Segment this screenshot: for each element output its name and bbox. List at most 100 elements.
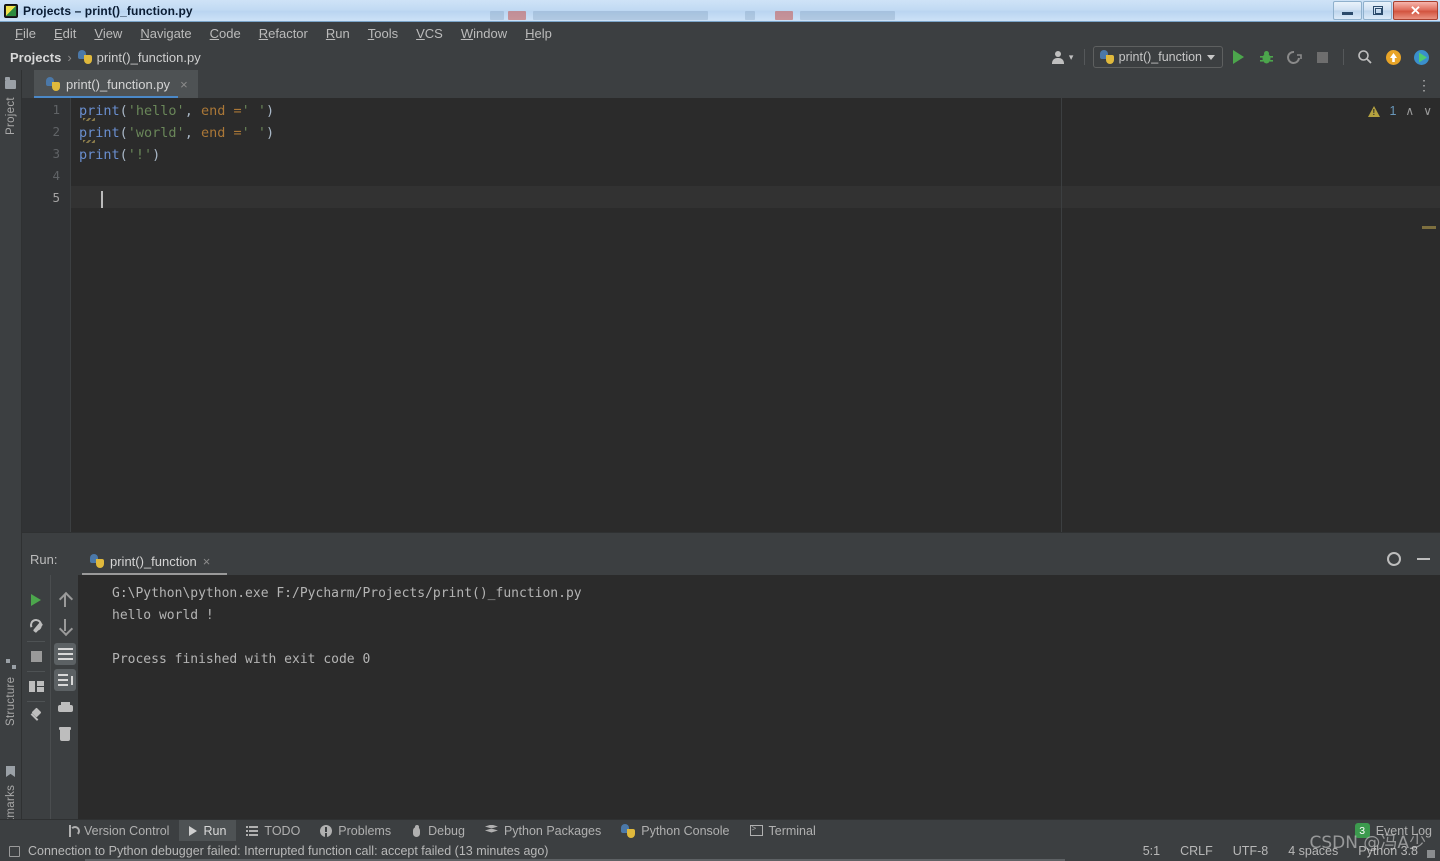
bottom-tool-bar: Version Control Run TODO Problems Debug …	[0, 819, 1440, 842]
stop-button[interactable]	[25, 645, 47, 667]
python-file-icon	[77, 50, 92, 64]
scroll-to-end-button[interactable]	[54, 669, 76, 691]
soft-wrap-button[interactable]	[54, 643, 76, 665]
bottom-tab-todo[interactable]: TODO	[236, 820, 310, 842]
soft-wrap-icon	[57, 648, 73, 660]
search-everywhere-button[interactable]	[1352, 46, 1378, 68]
breadcrumb-file[interactable]: print()_function.py	[97, 50, 201, 65]
background-artifact	[490, 11, 504, 20]
gear-icon[interactable]	[1387, 552, 1401, 566]
rerun-button[interactable]	[25, 589, 47, 611]
bottom-tab-label: Debug	[428, 823, 465, 838]
indent-setting[interactable]: 4 spaces	[1288, 844, 1338, 858]
window-title: Projects – print()_function.py	[23, 3, 193, 18]
bottom-tab-label: Python Packages	[503, 823, 602, 838]
inspection-widget[interactable]: 1 ∧ ∨	[1368, 104, 1432, 118]
close-icon[interactable]: ×	[203, 554, 211, 569]
line-separator[interactable]: CRLF	[1180, 844, 1213, 858]
run-console-output[interactable]: G:\Python\python.exe F:/Pycharm/Projects…	[78, 575, 1440, 820]
chevron-up-icon[interactable]: ∧	[1405, 104, 1414, 118]
rerun-icon	[31, 594, 41, 606]
maximize-button[interactable]	[1363, 1, 1392, 20]
code-line-2: print('world', end =' ')	[79, 125, 275, 141]
run-anything-icon	[1413, 49, 1429, 65]
sidebar-item-project[interactable]: Project	[0, 76, 22, 150]
line-number: 1	[52, 102, 60, 117]
bottom-tab-version-control[interactable]: Version Control	[58, 820, 179, 842]
menu-code[interactable]: Code	[201, 24, 250, 43]
pin-button[interactable]	[25, 705, 47, 727]
bottom-tab-problems[interactable]: Problems	[310, 820, 401, 842]
status-bar: Connection to Python debugger failed: In…	[0, 841, 1440, 861]
run-icon	[1232, 50, 1244, 64]
layout-button[interactable]	[25, 675, 47, 697]
settings-icon	[29, 619, 44, 634]
run-configuration-selector[interactable]: print()_function	[1092, 46, 1223, 68]
run-tool-window: Run: print()_function × G:\Python\python…	[22, 532, 1440, 820]
stop-icon	[1316, 51, 1328, 63]
line-number-gutter[interactable]: 1 2 3 4 5	[22, 98, 70, 532]
close-button[interactable]: ✕	[1393, 1, 1438, 20]
menu-navigate[interactable]: Navigate	[131, 24, 200, 43]
editor-tab[interactable]: print()_function.py ×	[34, 70, 198, 98]
sidebar-item-label: Project	[5, 97, 17, 135]
divider	[27, 701, 45, 702]
minimize-icon[interactable]	[1417, 558, 1430, 560]
run-anything-button[interactable]	[1408, 46, 1434, 68]
status-message[interactable]: Connection to Python debugger failed: In…	[28, 844, 548, 858]
console-line: Process finished with exit code 0	[112, 652, 371, 667]
clear-all-button[interactable]	[54, 723, 76, 745]
menu-vcs[interactable]: VCS	[407, 24, 452, 43]
bottom-tab-terminal[interactable]: Terminal	[740, 820, 826, 842]
run-tab-label: print()_function	[110, 553, 197, 569]
menu-edit[interactable]: Edit	[45, 24, 85, 43]
resize-grip[interactable]	[1427, 850, 1435, 858]
run-button[interactable]	[1225, 46, 1251, 68]
file-encoding[interactable]: UTF-8	[1233, 844, 1268, 858]
menu-run[interactable]: Run	[317, 24, 359, 43]
run-tab[interactable]: print()_function ×	[82, 547, 218, 575]
minimize-button[interactable]	[1333, 1, 1362, 20]
run-window-title: Run:	[30, 552, 58, 567]
bottom-tab-debug[interactable]: Debug	[401, 820, 475, 842]
packages-icon	[485, 825, 498, 837]
menu-refactor[interactable]: Refactor	[250, 24, 317, 43]
caret-position[interactable]: 5:1	[1143, 844, 1160, 858]
code-text-area[interactable]: print('hello', end =' ') print('world', …	[70, 98, 1440, 532]
print-button[interactable]	[54, 697, 76, 719]
sidebar-item-structure[interactable]: Structure	[0, 655, 22, 741]
breadcrumb-projects[interactable]: Projects	[10, 50, 61, 65]
bottom-tab-python-console[interactable]: Python Console	[611, 820, 739, 842]
console-line: hello world !	[112, 608, 214, 623]
bottom-tab-python-packages[interactable]: Python Packages	[475, 820, 611, 842]
code-editor[interactable]: 1 2 3 4 5 print('hello', end =' ') print…	[22, 98, 1440, 532]
message-icon[interactable]	[9, 845, 20, 857]
close-icon[interactable]: ×	[180, 77, 188, 92]
line-number: 2	[52, 124, 60, 139]
menu-tools[interactable]: Tools	[359, 24, 407, 43]
user-menu-button[interactable]: ▾	[1050, 46, 1076, 68]
chevron-down-icon[interactable]: ∨	[1423, 104, 1432, 118]
prev-occurrence-button[interactable]	[54, 589, 76, 611]
menu-window[interactable]: Window	[452, 24, 516, 43]
run-settings-button[interactable]	[25, 615, 47, 637]
next-occurrence-button[interactable]	[54, 615, 76, 637]
bottom-tab-label: Python Console	[641, 823, 730, 838]
menu-view[interactable]: View	[85, 24, 131, 43]
update-project-button[interactable]	[1380, 46, 1406, 68]
background-artifact	[533, 11, 708, 20]
warning-triangle-icon	[1368, 105, 1381, 117]
stop-button[interactable]	[1309, 46, 1335, 68]
event-log-button[interactable]: 3 Event Log	[1354, 823, 1432, 838]
menu-file[interactable]: File	[6, 24, 45, 43]
pin-icon	[29, 709, 43, 723]
debug-button[interactable]	[1253, 46, 1279, 68]
menu-help[interactable]: Help	[516, 24, 561, 43]
tab-options-icon[interactable]: ⋮	[1417, 77, 1432, 94]
interpreter-setting[interactable]: Python 3.8	[1358, 844, 1418, 858]
scrollbar-warning-marker[interactable]	[1422, 226, 1436, 229]
coverage-button[interactable]	[1281, 46, 1307, 68]
bottom-tab-label: Problems	[338, 823, 392, 838]
bottom-tab-run[interactable]: Run	[179, 819, 237, 842]
